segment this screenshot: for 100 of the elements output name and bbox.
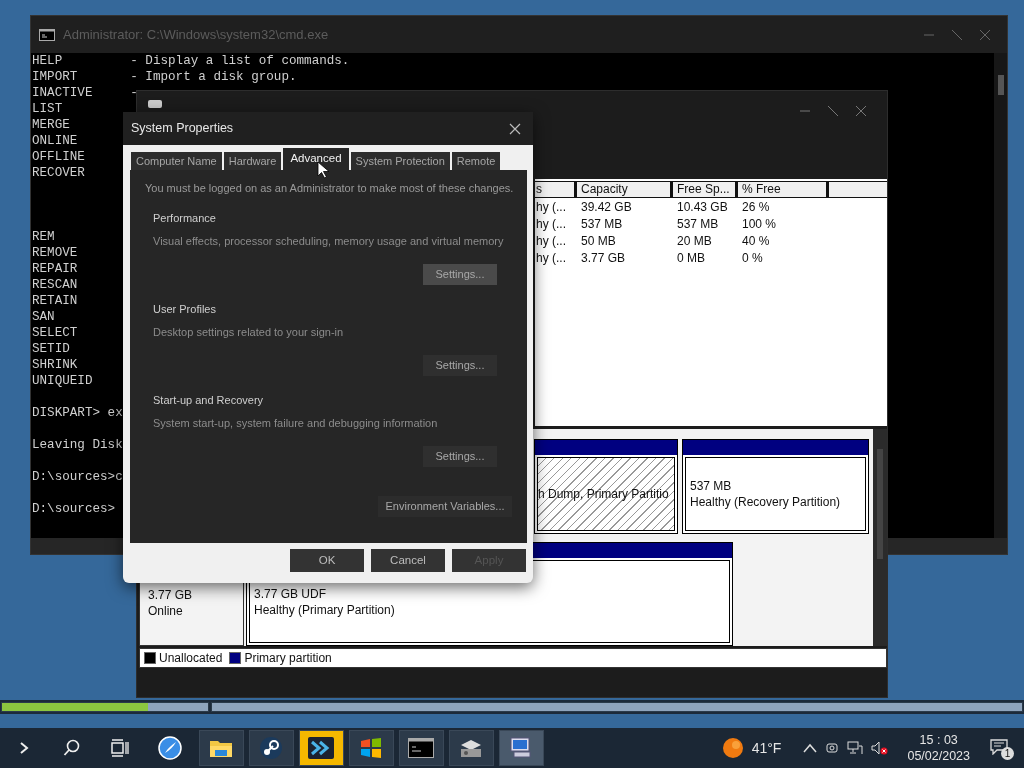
clock-time[interactable]: 15 : 03: [919, 732, 958, 748]
taskbar-app-button[interactable]: [398, 730, 444, 766]
network-icon[interactable]: [847, 741, 864, 755]
console-line: HELP - Display a list of commands.: [32, 53, 350, 69]
table-cell-text: 50 MB: [580, 232, 617, 250]
table-cell-text: 40 %: [741, 232, 771, 250]
camera-icon[interactable]: [825, 741, 840, 755]
tab[interactable]: Advanced: [283, 148, 349, 170]
console-line: D:\sources>c: [32, 469, 123, 485]
taskbar-app-button[interactable]: [298, 730, 344, 766]
console-line: Leaving Disk: [32, 437, 123, 453]
legend-label: Primary partition: [244, 650, 332, 667]
table-cell-text: 3.77 GB: [580, 249, 627, 267]
console-line: ONLINE: [32, 133, 78, 149]
close-icon[interactable]: [855, 105, 867, 117]
table-cell-text: 537 MB: [676, 215, 720, 233]
scrollbar[interactable]: [873, 429, 887, 646]
column-header[interactable]: Capacity: [577, 182, 670, 197]
column-header[interactable]: Free Sp...: [673, 182, 735, 197]
console-line: DISKPART> ex: [32, 405, 123, 421]
table-cell-text: hy (...: [535, 198, 567, 216]
tab[interactable]: Remote: [451, 152, 501, 170]
table-cell-text: 39.42 GB: [580, 198, 633, 216]
settings-button[interactable]: Settings...: [423, 263, 497, 285]
maximize-icon[interactable]: [827, 105, 839, 117]
search-icon: [63, 739, 81, 757]
disk-label-text: 3.77 GB: [148, 587, 193, 603]
chevron-icon: [19, 741, 29, 755]
window-title: Administrator: C:\Windows\system32\cmd.exe: [63, 25, 329, 44]
taskbar-app-button[interactable]: [498, 730, 544, 766]
console-icon: [408, 738, 434, 758]
tab[interactable]: Hardware: [223, 152, 282, 170]
console-line: SHRINK: [32, 357, 78, 373]
column-header[interactable]: % Free: [738, 182, 826, 197]
partition-text: 537 MB: [690, 478, 732, 494]
partition-text: Healthy (Recovery Partition): [690, 494, 841, 510]
partition-block[interactable]: h Dump, Primary Partitio: [534, 439, 678, 534]
console-line: SELECT: [32, 325, 78, 341]
section-heading: User Profiles: [153, 301, 216, 317]
console-line: RESCAN: [32, 277, 78, 293]
console-line: OFFLINE: [32, 149, 85, 165]
dialog-button[interactable]: Cancel: [371, 549, 445, 572]
table-cell-text: 10.43 GB: [676, 198, 729, 216]
settings-button[interactable]: Settings...: [423, 445, 497, 467]
taskbar-app-button[interactable]: [348, 730, 394, 766]
console-icon: [39, 28, 55, 41]
close-icon[interactable]: [509, 122, 521, 135]
header-filler: [829, 182, 887, 197]
clock-date[interactable]: 05/02/2023: [907, 748, 970, 764]
section-description: Visual effects, processor scheduling, memory usage and virtual memory: [153, 234, 504, 249]
taskbar-app-button[interactable]: [448, 730, 494, 766]
console-line: IMPORT - Import a disk group.: [32, 69, 297, 85]
table-cell-text: 26 %: [741, 198, 771, 216]
table-cell-text: 0 %: [741, 249, 764, 267]
notification-button[interactable]: 1: [988, 736, 1014, 760]
folder-icon: [209, 738, 233, 758]
console-line: REMOVE: [32, 245, 78, 261]
console-line: MERGE: [32, 117, 70, 133]
taskbar-app-button[interactable]: [198, 730, 244, 766]
taskbar-app-button[interactable]: [248, 730, 294, 766]
drive-icon: [458, 737, 484, 759]
settings-button[interactable]: Settings...: [423, 354, 497, 376]
maximize-icon[interactable]: [951, 28, 963, 41]
dialog-title: System Properties: [131, 120, 234, 138]
console-line: REPAIR: [32, 261, 78, 277]
disk-label-text: Online: [148, 603, 183, 619]
notice-text: You must be logged on as an Administrator to make most of these changes.: [145, 181, 512, 196]
column-header[interactable]: s: [535, 182, 574, 197]
notification-count: 1: [1001, 747, 1014, 760]
task-view-icon: [111, 739, 129, 757]
dialog-button[interactable]: OK: [290, 549, 364, 572]
table-cell-text: hy (...: [535, 249, 567, 267]
chat-icon: [990, 739, 1008, 755]
table-cell-text: 100 %: [741, 215, 778, 233]
table-cell-text: hy (...: [535, 232, 567, 250]
environment-variables-button[interactable]: Environment Variables...: [378, 495, 512, 517]
tab[interactable]: System Protection: [350, 152, 450, 170]
pointer-icon: [317, 161, 331, 179]
double-chevron-icon: [308, 737, 334, 759]
console-line: RETAIN: [32, 293, 78, 309]
console-line: SETID: [32, 341, 70, 357]
table-cell-text: 0 MB: [676, 249, 706, 267]
section-heading: Performance: [153, 210, 216, 226]
muted-speaker-icon[interactable]: [871, 741, 890, 755]
table-cell-text: hy (...: [535, 215, 567, 233]
section-description: Desktop settings related to your sign-in: [153, 325, 344, 340]
chevron-up-icon[interactable]: [803, 743, 818, 753]
tab[interactable]: Computer Name: [131, 152, 222, 170]
temperature-text[interactable]: 41°F: [751, 737, 782, 759]
legend-label: Unallocated: [159, 650, 223, 667]
partition-block[interactable]: 537 MB Healthy (Recovery Partition): [682, 439, 869, 534]
console-line: LIST: [32, 101, 63, 117]
windows-flag-icon: [359, 737, 383, 759]
scrollbar[interactable]: [994, 53, 1007, 539]
sun-icon[interactable]: [721, 737, 744, 759]
section-description: System start-up, system failure and debugging information: [153, 416, 438, 431]
partition-text: h Dump, Primary Partitio: [538, 486, 669, 502]
partition-text: Healthy (Primary Partition): [254, 601, 395, 618]
console-line: REM: [32, 229, 55, 245]
console-line: D:\sources>: [32, 501, 116, 517]
